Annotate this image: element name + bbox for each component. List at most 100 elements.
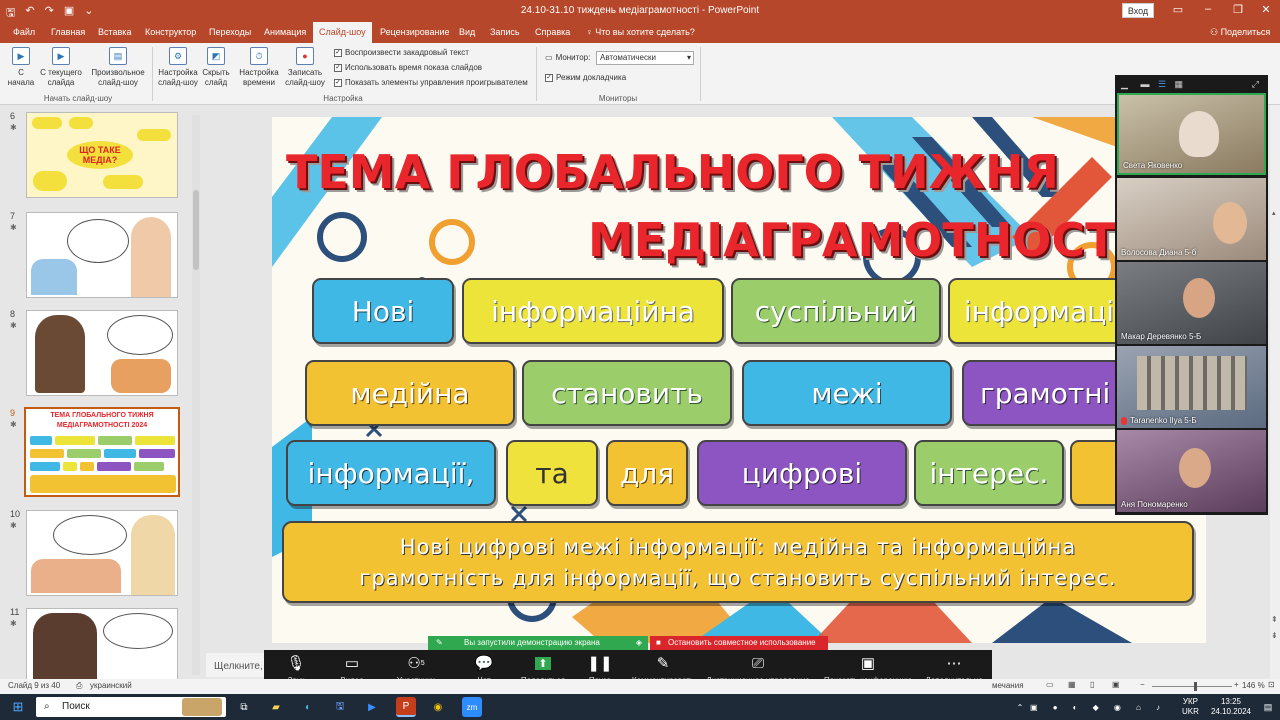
- presenter-view-checkbox[interactable]: ✓ Режим докладчика: [545, 73, 626, 82]
- slide-thumbnail-8[interactable]: [26, 310, 178, 396]
- word-chip[interactable]: інформації,: [286, 440, 496, 506]
- zoom-level[interactable]: 146 %: [1242, 681, 1265, 690]
- word-chip[interactable]: становить: [522, 360, 732, 426]
- tray-app-icon[interactable]: ▣: [1030, 703, 1038, 712]
- strip-view-icon[interactable]: ☰: [1158, 79, 1166, 89]
- proofing-icon[interactable]: ⎙: [76, 681, 82, 691]
- word-chip[interactable]: цифрові: [697, 440, 907, 506]
- windows-start-icon[interactable]: ⊞: [8, 697, 28, 717]
- grid-view-icon[interactable]: ▦: [1175, 79, 1184, 89]
- volume-icon[interactable]: ♪: [1156, 703, 1160, 712]
- powerpoint-icon[interactable]: P: [396, 697, 416, 717]
- thumbnails-scrollbar[interactable]: [192, 115, 200, 675]
- setup-show-button[interactable]: ⚙ Настройка слайд-шоу: [156, 47, 200, 88]
- save-app-icon[interactable]: 🖫: [330, 697, 350, 717]
- rehearse-timings-button[interactable]: ⏱ Настройка времени: [236, 47, 282, 88]
- tab-review[interactable]: Рецензирование: [374, 22, 456, 43]
- clock[interactable]: 13:25 24.10.2024: [1206, 697, 1256, 717]
- tab-insert[interactable]: Вставка: [92, 22, 137, 43]
- system-tray[interactable]: ▣ ● ◐ ◆ ◉ ⌂ ♪: [1030, 697, 1160, 717]
- participant-tile[interactable]: Макар Деревянко 5-Б: [1117, 262, 1266, 344]
- tab-home[interactable]: Главная: [45, 22, 91, 43]
- word-chip[interactable]: Нові: [312, 278, 454, 344]
- scrollbar-thumb[interactable]: [193, 190, 199, 270]
- slide-thumbnail-11[interactable]: [26, 608, 178, 679]
- close-button[interactable]: ✕: [1256, 3, 1276, 16]
- participant-tile[interactable]: Волосова Диана 5-б: [1117, 178, 1266, 260]
- tab-record[interactable]: Запись: [484, 22, 526, 43]
- slide-sorter-icon[interactable]: ▦: [1068, 680, 1076, 689]
- narration-checkbox[interactable]: ✓ Воспроизвести закадровый текст: [334, 48, 469, 57]
- stop-sharing-button[interactable]: ■ Остановить совместное использование: [650, 636, 828, 650]
- zoom-out-icon[interactable]: −: [1140, 680, 1145, 689]
- slide-thumbnail-10[interactable]: [26, 510, 178, 596]
- word-chip[interactable]: медійна: [305, 360, 515, 426]
- normal-view-icon[interactable]: ▭: [1046, 680, 1054, 689]
- media-player-icon[interactable]: ▶: [362, 697, 382, 717]
- tray-app-icon[interactable]: ◆: [1093, 703, 1099, 712]
- media-controls-checkbox[interactable]: ✓ Показать элементы управления проигрыват…: [334, 78, 528, 87]
- tab-file[interactable]: Файл: [7, 22, 41, 43]
- tab-animations[interactable]: Анимация: [258, 22, 312, 43]
- fit-to-window-icon[interactable]: ⊡: [1268, 680, 1275, 689]
- file-explorer-icon[interactable]: ▰: [266, 697, 286, 717]
- record-show-button[interactable]: ● Записать слайд-шоу: [282, 47, 328, 88]
- use-timings-checkbox[interactable]: ✓ Использовать время показа слайдов: [334, 63, 482, 72]
- tab-design[interactable]: Конструктор: [139, 22, 202, 43]
- participant-tile[interactable]: Аня Пономаренко: [1117, 430, 1266, 512]
- minimize-button[interactable]: –: [1198, 3, 1218, 15]
- slide-thumbnail-6[interactable]: ЩО ТАКЕ МЕДІА?: [26, 112, 178, 198]
- next-slide-icon[interactable]: ⇟: [1271, 631, 1279, 643]
- tray-icons[interactable]: ⌃: [1010, 697, 1030, 717]
- thumb-chip: [67, 449, 101, 458]
- chrome-icon[interactable]: ◉: [428, 697, 448, 717]
- notifications-icon[interactable]: ▤: [1258, 697, 1278, 717]
- slide-canvas[interactable]: ТЕМА ГЛОБАЛЬНОГО ТИЖНЯ МЕДІАГРАМОТНОСТІ …: [272, 117, 1206, 643]
- tray-app-icon[interactable]: ◉: [1114, 703, 1121, 712]
- slide-vertical-scrollbar[interactable]: ▴ ⇞ ⇟: [1270, 105, 1280, 679]
- edge-icon[interactable]: ◐: [298, 697, 318, 717]
- zoom-slider[interactable]: [1152, 686, 1232, 687]
- network-icon[interactable]: ⌂: [1136, 703, 1141, 712]
- custom-show-button[interactable]: ▤ Произвольное слайд-шоу: [88, 47, 148, 88]
- input-language[interactable]: УКР UKR: [1182, 697, 1199, 717]
- participant-tile[interactable]: Света Яковенко: [1117, 93, 1266, 175]
- zoom-in-icon[interactable]: +: [1234, 680, 1239, 689]
- from-beginning-button[interactable]: ▶ С начала: [4, 47, 38, 88]
- minimize-gallery-icon[interactable]: ▁: [1121, 79, 1128, 89]
- tab-help[interactable]: Справка: [529, 22, 576, 43]
- tray-app-icon[interactable]: ◐: [1073, 703, 1078, 712]
- slide-thumbnail-9[interactable]: ТЕМА ГЛОБАЛЬНОГО ТИЖНЯ МЕДІАГРАМОТНОСТІ …: [24, 407, 180, 497]
- prev-slide-icon[interactable]: ⇞: [1271, 615, 1279, 627]
- participant-tile[interactable]: Taranenko Ilya 5-Б: [1117, 346, 1266, 428]
- slide-thumbnail-7[interactable]: [26, 212, 178, 298]
- tray-app-icon[interactable]: ●: [1053, 703, 1058, 712]
- zoom-slider-thumb[interactable]: [1194, 682, 1197, 691]
- tab-view[interactable]: Вид: [453, 22, 481, 43]
- expand-icon[interactable]: ⤢: [1252, 79, 1259, 90]
- reading-view-icon[interactable]: ▯: [1090, 680, 1094, 689]
- word-chip[interactable]: для: [606, 440, 688, 506]
- tell-me-search[interactable]: ♀ Что вы хотите сделать?: [580, 22, 701, 43]
- scroll-up-icon[interactable]: ▴: [1272, 209, 1278, 219]
- tab-slideshow[interactable]: Слайд-шоу: [313, 22, 372, 43]
- task-view-icon[interactable]: ⧉: [234, 697, 254, 717]
- maximize-button[interactable]: ❐: [1228, 3, 1248, 16]
- word-chip[interactable]: суспільний: [731, 278, 941, 344]
- sign-in-button[interactable]: Вход: [1122, 3, 1154, 18]
- zoom-app-icon[interactable]: zm: [462, 697, 482, 717]
- notes-toggle[interactable]: мечания: [992, 681, 1024, 690]
- from-current-button[interactable]: ▶ С текущего слайда: [38, 47, 84, 88]
- word-chip[interactable]: інтерес.: [914, 440, 1064, 506]
- tab-transitions[interactable]: Переходы: [203, 22, 257, 43]
- word-chip[interactable]: межі: [742, 360, 952, 426]
- ribbon-display-icon[interactable]: ▭: [1168, 3, 1188, 16]
- slideshow-view-icon[interactable]: ▣: [1112, 680, 1120, 689]
- share-button[interactable]: ⚇ Поделиться: [1210, 22, 1270, 43]
- language-indicator[interactable]: украинский: [90, 681, 132, 690]
- word-chip[interactable]: та: [506, 440, 598, 506]
- hide-slide-button[interactable]: ◩ Скрыть слайд: [200, 47, 232, 88]
- word-chip[interactable]: інформаційна: [462, 278, 724, 344]
- monitor-select[interactable]: Автоматически ▾: [596, 51, 694, 65]
- speaker-view-icon[interactable]: ▬: [1140, 79, 1149, 89]
